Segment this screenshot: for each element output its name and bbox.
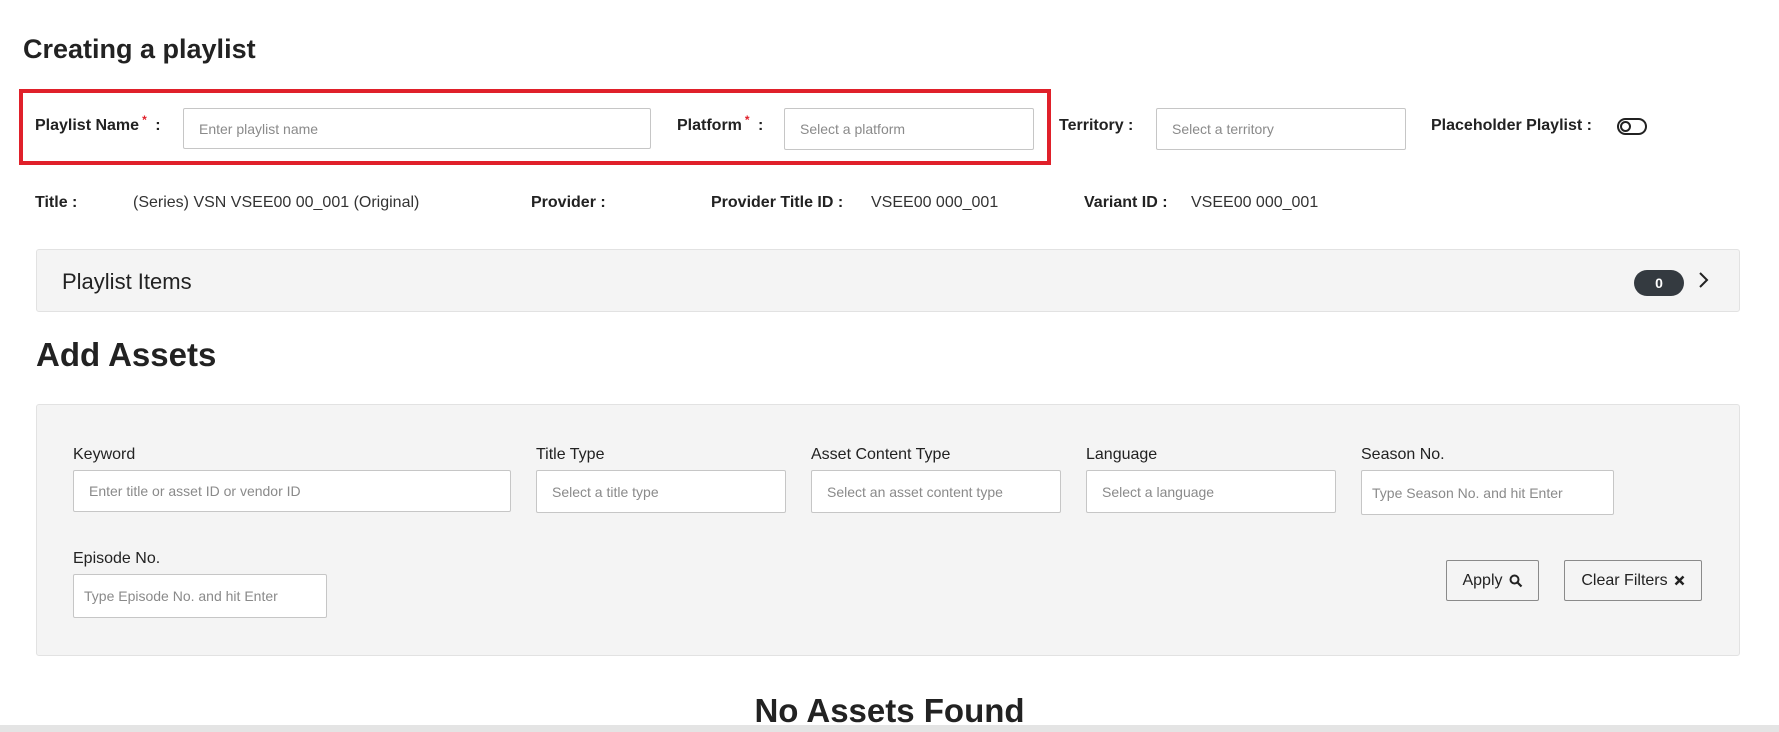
placeholder-playlist-toggle[interactable] — [1617, 118, 1647, 135]
platform-select[interactable]: Select a platform — [784, 108, 1034, 150]
provider-label: Provider : — [531, 194, 606, 211]
provider-title-id-label: Provider Title ID : — [711, 194, 844, 211]
page-title: Creating a playlist — [23, 34, 256, 64]
asset-content-type-select[interactable]: Select an asset content type — [811, 470, 1061, 513]
season-no-input[interactable]: Type Season No. and hit Enter — [1361, 470, 1614, 515]
apply-button[interactable]: Apply — [1446, 560, 1539, 601]
title-type-select[interactable]: Select a title type — [536, 470, 786, 513]
placeholder-playlist-label: Placeholder Playlist : — [1431, 117, 1592, 134]
episode-no-input[interactable]: Type Episode No. and hit Enter — [73, 574, 327, 618]
playlist-items-accordion[interactable]: Playlist Items 0 — [36, 249, 1740, 312]
platform-label: Platform * : — [677, 113, 764, 135]
provider-title-id-value: VSEE00 000_001 — [871, 194, 999, 211]
keyword-input[interactable]: Enter title or asset ID or vendor ID — [73, 470, 511, 512]
playlist-name-label-text: Playlist Name — [35, 117, 140, 134]
platform-label-text: Platform — [677, 117, 742, 134]
episode-no-label: Episode No. — [73, 550, 161, 567]
chevron-right-icon[interactable] — [1694, 270, 1714, 290]
territory-select[interactable]: Select a territory — [1156, 108, 1406, 150]
asset-filter-panel: Keyword Enter title or asset ID or vendo… — [36, 404, 1740, 656]
territory-label: Territory : — [1059, 117, 1134, 134]
close-icon — [1674, 575, 1684, 586]
asset-content-type-label: Asset Content Type — [811, 446, 951, 463]
clear-filters-button[interactable]: Clear Filters — [1564, 560, 1702, 601]
title-label: Title : — [35, 194, 78, 211]
title-type-label: Title Type — [536, 446, 605, 463]
apply-button-label: Apply — [1462, 571, 1503, 589]
keyword-label: Keyword — [73, 446, 136, 463]
playlist-items-count-badge: 0 — [1634, 270, 1684, 296]
search-icon — [1509, 574, 1522, 587]
label-colon: : — [758, 117, 764, 134]
toggle-knob — [1620, 121, 1631, 132]
required-mark: * — [142, 113, 147, 127]
clear-filters-button-label: Clear Filters — [1581, 571, 1668, 589]
playlist-name-input[interactable]: Enter playlist name — [183, 108, 651, 149]
season-no-label: Season No. — [1361, 446, 1445, 463]
horizontal-scrollbar[interactable] — [0, 725, 1779, 732]
label-colon: : — [155, 117, 161, 134]
add-assets-title: Add Assets — [36, 336, 217, 373]
language-label: Language — [1086, 446, 1158, 463]
variant-id-label: Variant ID : — [1084, 194, 1168, 211]
required-mark: * — [744, 113, 750, 127]
language-select[interactable]: Select a language — [1086, 470, 1336, 513]
title-value: (Series) VSN VSEE00 00_001 (Original) — [133, 194, 420, 211]
playlist-items-title: Playlist Items — [62, 269, 192, 294]
playlist-name-label: Playlist Name * : — [35, 113, 161, 135]
variant-id-value: VSEE00 000_001 — [1191, 194, 1319, 211]
